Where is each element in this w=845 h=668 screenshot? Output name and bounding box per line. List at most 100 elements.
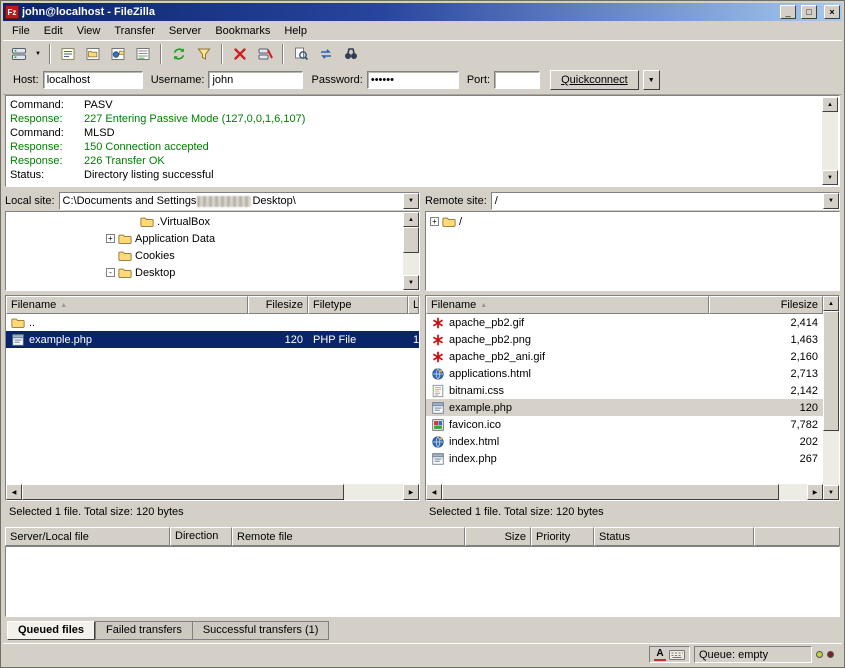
toggle-remote-tree-button[interactable] bbox=[106, 43, 130, 65]
log-line: Response:150 Connection accepted bbox=[10, 140, 819, 154]
file-row[interactable]: apache_pb2_ani.gif2,160 bbox=[426, 348, 823, 365]
scroll-thumb[interactable] bbox=[403, 227, 419, 253]
title-bar[interactable]: Fz john@localhost - FileZilla _ □ × bbox=[3, 3, 842, 21]
file-row[interactable]: applications.html2,713 bbox=[426, 365, 823, 382]
queue-header: Server/Local file Direction Remote file … bbox=[5, 527, 840, 546]
local-list-hscrollbar[interactable]: ◀ ▶ bbox=[6, 484, 419, 500]
scroll-track[interactable] bbox=[779, 484, 807, 500]
file-row[interactable]: apache_pb2.png1,463 bbox=[426, 331, 823, 348]
scroll-down-button[interactable]: ▼ bbox=[403, 275, 419, 290]
site-manager-button[interactable] bbox=[7, 43, 31, 65]
toggle-message-log-button[interactable] bbox=[56, 43, 80, 65]
scroll-right-button[interactable]: ▶ bbox=[807, 484, 823, 500]
column-header-direction[interactable]: Direction bbox=[170, 527, 232, 546]
html-file-icon bbox=[431, 435, 445, 449]
scroll-left-button[interactable]: ◀ bbox=[6, 484, 22, 500]
scroll-thumb[interactable] bbox=[442, 484, 779, 500]
remote-site-combo[interactable]: / ▼ bbox=[491, 192, 840, 210]
file-row[interactable]: index.php267 bbox=[426, 450, 823, 467]
tree-item-root[interactable]: +/ bbox=[426, 213, 839, 230]
column-header-filename[interactable]: Filename▲ bbox=[426, 296, 709, 314]
remote-list-hscrollbar[interactable]: ◀ ▶ bbox=[426, 484, 823, 500]
password-input[interactable] bbox=[367, 71, 459, 89]
sync-browsing-button[interactable] bbox=[314, 43, 338, 65]
scroll-track[interactable] bbox=[823, 431, 839, 485]
scroll-track[interactable] bbox=[822, 112, 838, 170]
scroll-thumb[interactable] bbox=[823, 311, 839, 431]
scroll-track[interactable] bbox=[403, 253, 419, 275]
filter-button[interactable] bbox=[192, 43, 216, 65]
menu-help[interactable]: Help bbox=[277, 23, 314, 39]
tree-item-virtualbox[interactable]: .VirtualBox bbox=[6, 213, 403, 230]
quickconnect-button[interactable]: Quickconnect bbox=[550, 70, 639, 90]
combo-dropdown-icon[interactable]: ▼ bbox=[823, 193, 839, 209]
column-header-priority[interactable]: Priority bbox=[531, 527, 594, 546]
combo-dropdown-icon[interactable]: ▼ bbox=[403, 193, 419, 209]
column-header-remote-file[interactable]: Remote file bbox=[232, 527, 465, 546]
log-scrollbar[interactable]: ▲ ▼ bbox=[822, 97, 838, 185]
tab-failed-transfers[interactable]: Failed transfers bbox=[95, 621, 193, 640]
scroll-down-button[interactable]: ▼ bbox=[823, 485, 839, 500]
queue-list-area[interactable] bbox=[5, 546, 840, 617]
username-input[interactable] bbox=[208, 71, 303, 89]
remote-list-vscrollbar[interactable]: ▲ ▼ bbox=[823, 296, 839, 500]
column-header-filesize[interactable]: Filesize bbox=[248, 296, 308, 314]
file-row[interactable]: bitnami.css2,142 bbox=[426, 382, 823, 399]
scroll-down-button[interactable]: ▼ bbox=[822, 170, 838, 185]
column-header-filetype[interactable]: Filetype bbox=[308, 296, 408, 314]
tab-successful-transfers[interactable]: Successful transfers (1) bbox=[193, 621, 330, 640]
minimize-button[interactable]: _ bbox=[780, 5, 796, 19]
tree-item-desktop[interactable]: -Desktop bbox=[6, 264, 403, 281]
file-row-example-php[interactable]: example.php 120 PHP File 1 bbox=[6, 331, 419, 348]
port-label: Port: bbox=[467, 74, 490, 86]
scroll-up-button[interactable]: ▲ bbox=[822, 97, 838, 112]
menu-file[interactable]: File bbox=[5, 23, 37, 39]
scroll-up-button[interactable]: ▲ bbox=[823, 296, 839, 311]
scroll-right-button[interactable]: ▶ bbox=[403, 484, 419, 500]
toggle-local-tree-button[interactable] bbox=[81, 43, 105, 65]
toggle-queue-button[interactable] bbox=[131, 43, 155, 65]
menu-view[interactable]: View bbox=[70, 23, 108, 39]
file-row[interactable]: apache_pb2.gif2,414 bbox=[426, 314, 823, 331]
expand-icon[interactable]: + bbox=[430, 217, 439, 226]
tree-item-application-data[interactable]: +Application Data bbox=[6, 230, 403, 247]
column-header-server-local-file[interactable]: Server/Local file bbox=[5, 527, 170, 546]
cancel-button[interactable] bbox=[228, 43, 252, 65]
menu-transfer[interactable]: Transfer bbox=[107, 23, 162, 39]
scroll-thumb[interactable] bbox=[22, 484, 344, 500]
menu-bookmarks[interactable]: Bookmarks bbox=[208, 23, 277, 39]
scroll-track[interactable] bbox=[344, 484, 403, 500]
column-header-lastmodified[interactable]: Last modified bbox=[408, 296, 419, 314]
column-header-filesize[interactable]: Filesize bbox=[709, 296, 823, 314]
folder-icon bbox=[118, 232, 132, 246]
local-site-combo[interactable]: C:\Documents and SettingsDesktop\ ▼ bbox=[59, 192, 420, 210]
disconnect-button[interactable] bbox=[253, 43, 277, 65]
close-button[interactable]: × bbox=[824, 5, 840, 19]
expand-icon[interactable]: + bbox=[106, 234, 115, 243]
tree-item-cookies[interactable]: Cookies bbox=[6, 247, 403, 264]
scroll-up-button[interactable]: ▲ bbox=[403, 212, 419, 227]
refresh-button[interactable] bbox=[167, 43, 191, 65]
port-input[interactable] bbox=[494, 71, 540, 89]
column-header-status[interactable]: Status bbox=[594, 527, 754, 546]
host-input[interactable] bbox=[43, 71, 143, 89]
site-manager-dropdown-button[interactable]: ▼ bbox=[32, 43, 44, 65]
scroll-left-button[interactable]: ◀ bbox=[426, 484, 442, 500]
php-file-icon bbox=[431, 401, 445, 415]
file-row[interactable]: index.html202 bbox=[426, 433, 823, 450]
maximize-button[interactable]: □ bbox=[801, 5, 817, 19]
quickconnect-dropdown-button[interactable]: ▼ bbox=[643, 70, 660, 90]
file-row-parent-dir[interactable]: .. bbox=[6, 314, 419, 331]
compare-directories-button[interactable] bbox=[289, 43, 313, 65]
file-row-selected[interactable]: example.php120 bbox=[426, 399, 823, 416]
column-header-size[interactable]: Size bbox=[465, 527, 531, 546]
menu-server[interactable]: Server bbox=[162, 23, 208, 39]
password-label: Password: bbox=[311, 74, 362, 86]
find-files-button[interactable] bbox=[339, 43, 363, 65]
local-tree-scrollbar[interactable]: ▲ ▼ bbox=[403, 212, 419, 290]
column-header-filename[interactable]: Filename▲ bbox=[6, 296, 248, 314]
collapse-icon[interactable]: - bbox=[106, 268, 115, 277]
tab-queued-files[interactable]: Queued files bbox=[7, 621, 95, 640]
menu-edit[interactable]: Edit bbox=[37, 23, 70, 39]
file-row[interactable]: favicon.ico7,782 bbox=[426, 416, 823, 433]
